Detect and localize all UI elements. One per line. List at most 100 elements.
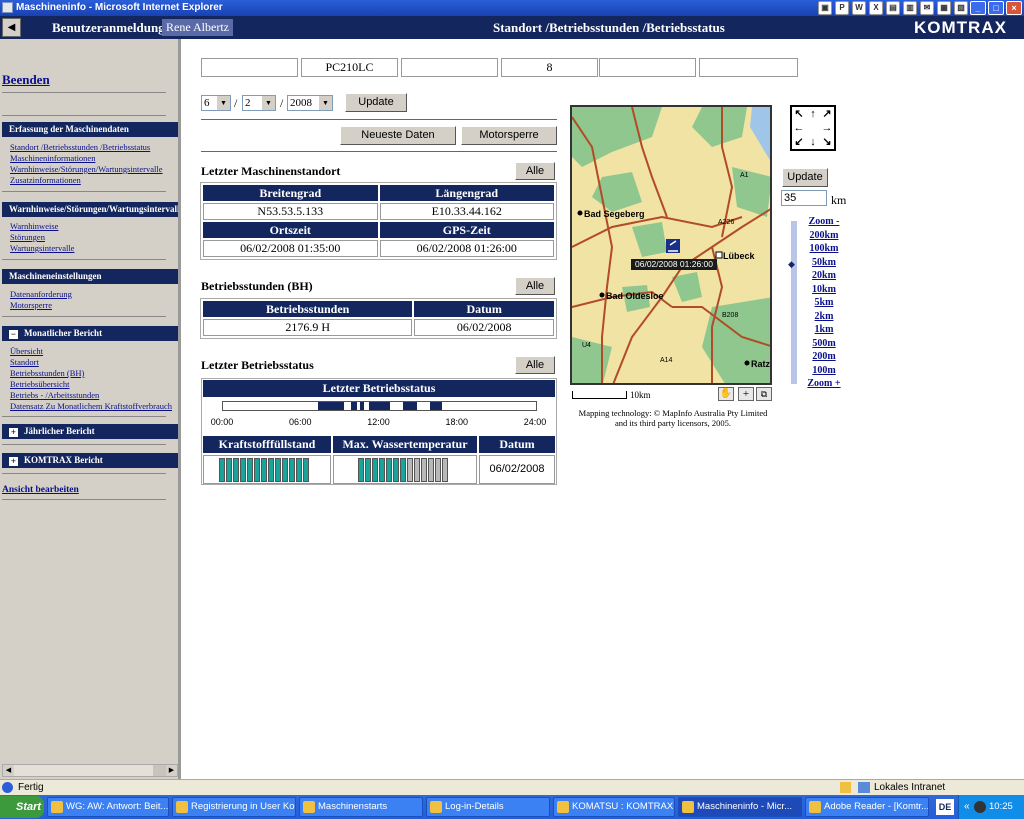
- sidebar-link-wartungsintervalle[interactable]: Wartungsintervalle: [10, 243, 180, 253]
- pan-sw-icon[interactable]: ↙: [792, 135, 806, 149]
- zoom-slider-track[interactable]: [791, 221, 797, 384]
- sidebar-link-motorsperre[interactable]: Motorsperre: [10, 300, 180, 310]
- month-select[interactable]: 2 ▼: [242, 95, 276, 111]
- task-maschineninfo[interactable]: Maschineninfo - Micr...: [678, 797, 802, 817]
- zoom-plus-icon[interactable]: +: [738, 387, 754, 401]
- app-icon[interactable]: ▤: [886, 1, 900, 15]
- date-update-button[interactable]: Update: [345, 93, 407, 112]
- pan-n-icon[interactable]: ↑: [806, 107, 820, 121]
- zoom-level-2km[interactable]: 2km: [804, 310, 844, 324]
- zoom-list: Zoom - 200km 100km 50km 20km 10km 5km 2km 1km 50…: [804, 215, 844, 391]
- task-wg-antwort[interactable]: WG: AW: Antwort: Beit...: [47, 797, 169, 817]
- expand-icon[interactable]: +: [9, 457, 18, 466]
- day-select[interactable]: 6 ▼: [201, 95, 231, 111]
- pan-hand-icon[interactable]: ✋: [718, 387, 734, 401]
- section-warnhinweise[interactable]: Warnhinweise/Störungen/Wartungsintervall…: [2, 202, 178, 217]
- sidebar-link-datenanforderung[interactable]: Datenanforderung: [10, 289, 180, 299]
- neueste-daten-button[interactable]: Neueste Daten: [340, 126, 456, 145]
- pan-se-icon[interactable]: ↘: [820, 135, 834, 149]
- collapse-icon[interactable]: −: [9, 330, 18, 339]
- zoom-level-200km[interactable]: 200km: [804, 229, 844, 243]
- kraftstoff-gauge: [219, 458, 309, 482]
- section-maschineneinstellungen[interactable]: Maschineneinstellungen: [2, 269, 178, 284]
- sidebar-link-betriebsstunden[interactable]: Betriebsstunden (BH): [10, 368, 180, 378]
- standort-alle-button[interactable]: Alle: [515, 162, 555, 180]
- zoom-level-100m[interactable]: 100m: [804, 364, 844, 378]
- section-erfassung[interactable]: Erfassung der Maschinendaten: [2, 122, 178, 137]
- back-button[interactable]: ◀: [2, 18, 21, 37]
- sidebar-link-kraftstoffverbrauch[interactable]: Datensatz Zu Monatlichem Kraftstoffverbr…: [10, 401, 180, 411]
- task-registrierung[interactable]: Registrierung in User Ko...: [172, 797, 296, 817]
- sidebar-link-standort-betrieb[interactable]: Standort /Betriebsstunden /Betriebsstatu…: [10, 142, 180, 152]
- powerpoint-icon[interactable]: P: [835, 1, 849, 15]
- sidebar-link-betriebsuebersicht[interactable]: Betriebsübersicht: [10, 379, 180, 389]
- sidebar-link-zusatzinfo[interactable]: Zusatzinformationen: [10, 175, 180, 185]
- sidebar-link-warnhinweise-stoerungen[interactable]: Warnhinweise/Störungen/Wartungsintervall…: [10, 164, 180, 174]
- task-maschinenstarts[interactable]: Maschinenstarts: [299, 797, 423, 817]
- zoom-level-500m[interactable]: 500m: [804, 337, 844, 351]
- zoom-level-200m[interactable]: 200m: [804, 350, 844, 364]
- beenden-link[interactable]: Beenden: [2, 72, 50, 88]
- section-jaehrlicher-bericht[interactable]: + Jährlicher Bericht: [2, 424, 178, 439]
- sidebar-link-arbeitsstunden[interactable]: Betriebs - /Arbeitsstunden: [10, 390, 180, 400]
- year-select[interactable]: 2008 ▼: [287, 95, 333, 111]
- word-icon[interactable]: W: [852, 1, 866, 15]
- zoom-level-50km[interactable]: 50km: [804, 256, 844, 270]
- expand-icon[interactable]: +: [9, 428, 18, 437]
- scroll-right-icon[interactable]: ▶: [166, 765, 177, 776]
- betriebsstatus-alle-button[interactable]: Alle: [515, 356, 555, 374]
- zoom-slider-thumb[interactable]: ◆: [788, 259, 798, 268]
- excel-icon[interactable]: X: [869, 1, 883, 15]
- zoom-level-20km[interactable]: 20km: [804, 269, 844, 283]
- distance-input[interactable]: 35: [781, 190, 827, 206]
- app-icon[interactable]: ▦: [937, 1, 951, 15]
- task-adobe-reader[interactable]: Adobe Reader - [Komtr...: [805, 797, 929, 817]
- scroll-left-icon[interactable]: ◀: [3, 765, 14, 776]
- pan-ne-icon[interactable]: ↗: [820, 107, 834, 121]
- minimize-button[interactable]: _: [970, 1, 986, 15]
- tray-app-icon[interactable]: [974, 801, 986, 813]
- zoom-level-100km[interactable]: 100km: [804, 242, 844, 256]
- sidebar-link-stoerungen[interactable]: Störungen: [10, 232, 180, 242]
- zoom-level-5km[interactable]: 5km: [804, 296, 844, 310]
- start-button[interactable]: Start: [0, 796, 44, 818]
- map-update-button[interactable]: Update: [782, 168, 828, 187]
- sidebar-link-standort[interactable]: Standort: [10, 357, 180, 367]
- betriebsstunden-header: Betriebsstunden: [203, 301, 413, 317]
- pan-center-icon[interactable]: [806, 121, 820, 135]
- sidebar-link-warnhinweise[interactable]: Warnhinweise: [10, 221, 180, 231]
- sidebar-scrollbar[interactable]: ◀ ▶: [2, 764, 178, 777]
- breitengrad-header: Breitengrad: [203, 185, 378, 201]
- pan-w-icon[interactable]: ←: [792, 121, 806, 135]
- mail-icon[interactable]: ✉: [920, 1, 934, 15]
- scroll-thumb[interactable]: [153, 765, 167, 776]
- pan-nw-icon[interactable]: ↖: [792, 107, 806, 121]
- motorsperre-button[interactable]: Motorsperre: [461, 126, 557, 145]
- betriebsstunden-alle-button[interactable]: Alle: [515, 277, 555, 295]
- start-label: Start: [16, 801, 42, 813]
- pan-e-icon[interactable]: →: [820, 121, 834, 135]
- zoom-in-link[interactable]: Zoom -: [804, 215, 844, 229]
- ansicht-bearbeiten-link[interactable]: Ansicht bearbeiten: [2, 485, 79, 495]
- section-komtrax-bericht[interactable]: + KOMTRAX Bericht: [2, 453, 178, 468]
- zoom-out-link[interactable]: Zoom +: [804, 377, 844, 391]
- language-indicator[interactable]: DE: [936, 799, 954, 815]
- section-monatlicher-bericht[interactable]: − Monatlicher Bericht: [2, 326, 178, 341]
- tray-expand-icon[interactable]: «: [964, 795, 970, 819]
- app-icon[interactable]: ▣: [818, 1, 832, 15]
- divider: [2, 259, 166, 260]
- app-icon[interactable]: ▧: [954, 1, 968, 15]
- map-view[interactable]: Bad Segeberg Bad Oldesloe Lübeck Ratz A2…: [570, 105, 772, 385]
- zoom-level-10km[interactable]: 10km: [804, 283, 844, 297]
- timeline-tick: 00:00: [210, 417, 234, 427]
- task-komatsu[interactable]: KOMATSU : KOMTRAX ...: [553, 797, 675, 817]
- task-login-details[interactable]: Log-in-Details: [426, 797, 550, 817]
- sidebar-link-maschineninfo[interactable]: Maschineninformationen: [10, 153, 180, 163]
- fullscreen-icon[interactable]: ⧉: [756, 387, 772, 401]
- pan-s-icon[interactable]: ↓: [806, 135, 820, 149]
- maximize-button[interactable]: □: [988, 1, 1004, 15]
- close-button[interactable]: ×: [1006, 1, 1022, 15]
- app-icon[interactable]: ▥: [903, 1, 917, 15]
- zoom-level-1km[interactable]: 1km: [804, 323, 844, 337]
- sidebar-link-uebersicht[interactable]: Übersicht: [10, 346, 180, 356]
